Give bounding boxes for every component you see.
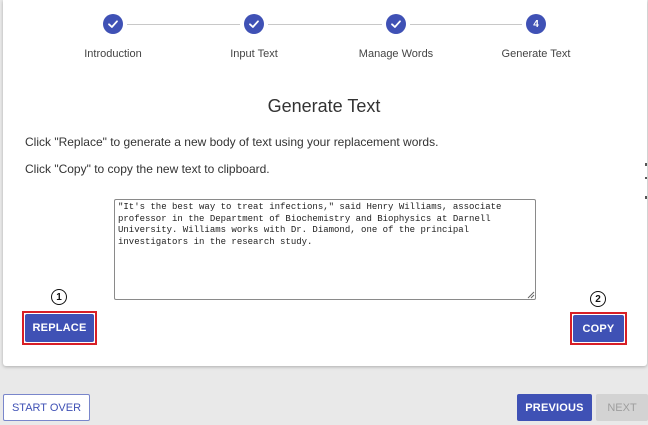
- edge-divider: [645, 177, 647, 179]
- step-manage-words[interactable]: Manage Words: [341, 14, 451, 60]
- step-input-text[interactable]: Input Text: [199, 14, 309, 60]
- step-introduction[interactable]: Introduction: [58, 14, 168, 60]
- step-generate-text[interactable]: 4 Generate Text: [481, 14, 591, 60]
- step-marker-2: 2: [590, 291, 606, 307]
- step-label: Introduction: [84, 48, 142, 60]
- generated-text-area[interactable]: "It's the best way to treat infections,"…: [114, 199, 536, 300]
- step-label: Generate Text: [501, 48, 571, 60]
- replace-instruction: Click "Replace" to generate a new body o…: [25, 135, 439, 149]
- copy-instruction: Click "Copy" to copy the new text to cli…: [25, 162, 270, 176]
- step-label: Input Text: [230, 48, 278, 60]
- resize-handle-icon[interactable]: [527, 291, 535, 299]
- start-over-button[interactable]: START OVER: [3, 394, 90, 421]
- edge-divider: [645, 163, 647, 166]
- edge-divider: [645, 196, 647, 199]
- replace-button[interactable]: REPLACE: [25, 314, 94, 342]
- next-button: NEXT: [596, 394, 648, 421]
- step-label: Manage Words: [358, 48, 434, 60]
- step-completed-badge: [386, 14, 406, 34]
- check-icon: [108, 20, 118, 28]
- copy-button[interactable]: COPY: [573, 315, 624, 342]
- step-completed-badge: [244, 14, 264, 34]
- step-number-badge: 4: [526, 14, 546, 34]
- previous-button[interactable]: PREVIOUS: [517, 394, 592, 421]
- check-icon: [249, 20, 259, 28]
- page-title: Generate Text: [267, 96, 381, 116]
- step-marker-1: 1: [51, 289, 67, 305]
- check-icon: [391, 20, 401, 28]
- step-completed-badge: [103, 14, 123, 34]
